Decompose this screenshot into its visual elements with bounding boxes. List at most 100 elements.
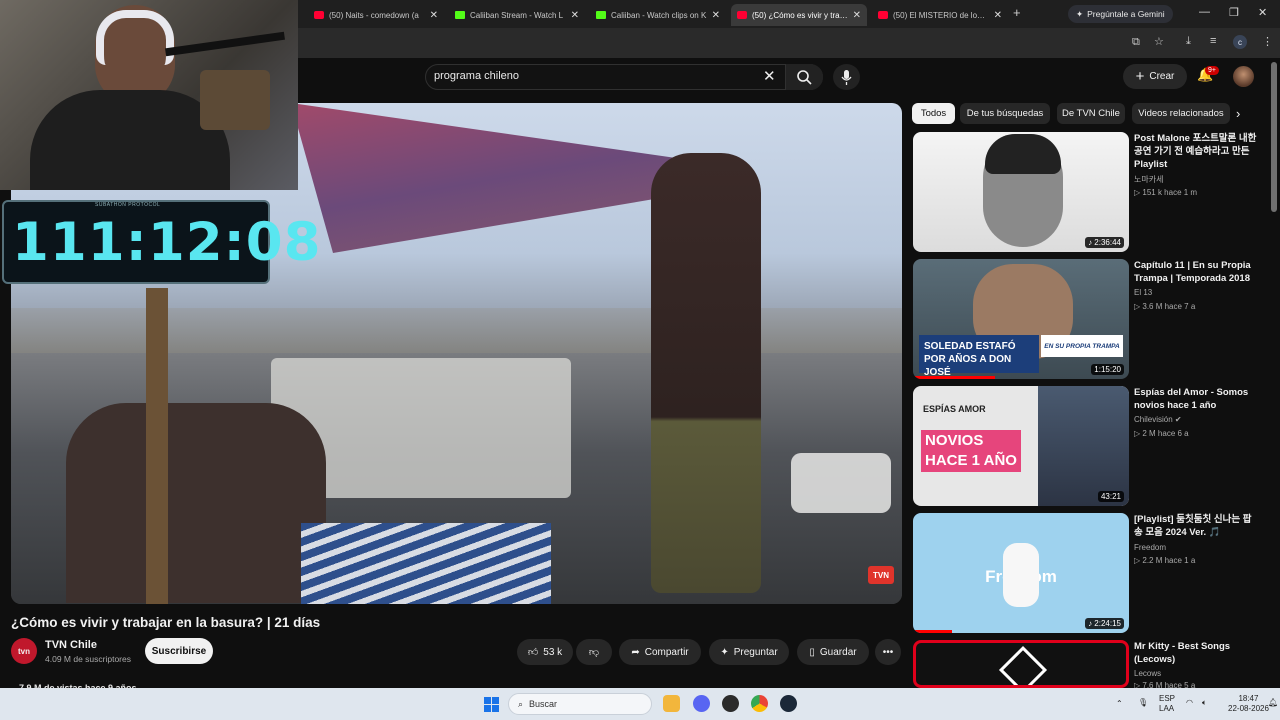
notification-count-badge: 9+	[1205, 66, 1219, 75]
video-white-bag	[791, 453, 891, 513]
chip-from-tvn-chile[interactable]: De TVN Chile	[1057, 103, 1125, 124]
thumbs-up-icon: 👍︎	[527, 647, 539, 658]
recommendation-meta: ▷ 2 M hace 6 a	[1134, 429, 1189, 438]
search-button[interactable]	[785, 64, 823, 90]
close-icon[interactable]: ✕	[571, 10, 579, 21]
microphone-icon[interactable]: 🎙︎	[1138, 698, 1148, 707]
windows-start-icon[interactable]	[484, 697, 500, 713]
restore-icon[interactable]: ❐	[1229, 6, 1239, 19]
duration-badge: ♪ 2:36:44	[1085, 237, 1124, 248]
cast-icon[interactable]: ⧉	[1132, 36, 1140, 49]
new-tab-button[interactable]: +	[1013, 5, 1021, 20]
chip-from-your-searches[interactable]: De tus búsquedas	[960, 103, 1050, 124]
recommendation-meta: ▷ 151 k hace 1 m	[1134, 188, 1198, 197]
thumbnail-caption: NOVIOS HACE 1 AÑO	[921, 430, 1021, 472]
thumbs-down-icon: 👎︎	[588, 647, 600, 658]
recommendation-title[interactable]: Post Malone 포스트말론 내한 공연 가기 전 예습하라고 만든 Pl…	[1134, 132, 1260, 171]
thumbnail-badge: EN SU PROPIA TRAMPA	[1041, 335, 1123, 357]
discord-icon[interactable]	[693, 695, 710, 712]
channel-name[interactable]: TVN Chile	[45, 639, 97, 651]
page-scrollbar[interactable]	[1271, 62, 1277, 212]
recommendation-thumbnail[interactable]: ESPÍAS AMOR NOVIOS HACE 1 AÑO 43:21	[913, 386, 1129, 506]
video-striped-mattress	[301, 523, 551, 604]
bookmark-star-icon[interactable]: ☆	[1154, 35, 1164, 48]
thumbnail-logo: ESPÍAS AMOR	[923, 404, 986, 414]
plus-icon: +	[1135, 68, 1145, 85]
close-icon[interactable]: ✕	[430, 10, 438, 21]
recommendation-title[interactable]: Espías del Amor - Somos novios hace 1 añ…	[1134, 386, 1260, 412]
steam-icon[interactable]	[780, 695, 797, 712]
chrome-icon[interactable]	[751, 695, 768, 712]
screen: (50) Naits - comedown (a ✕ Caliiban Stre…	[0, 0, 1280, 720]
recommendation-channel[interactable]: El 13	[1134, 288, 1152, 297]
minimize-icon[interactable]: —	[1199, 6, 1210, 18]
notification-center-icon[interactable]: 🔔︎	[1268, 698, 1278, 707]
recommendation-channel[interactable]: Freedom	[1134, 543, 1166, 552]
recommendation-channel[interactable]: Lecows	[1134, 669, 1161, 678]
recommendation-channel[interactable]: 노마카세	[1134, 174, 1163, 185]
recommendation-channel[interactable]: Chilevisión ✔	[1134, 415, 1182, 424]
more-actions-button[interactable]: •••	[875, 639, 901, 665]
kick-icon	[455, 11, 465, 19]
file-explorer-icon[interactable]	[663, 695, 680, 712]
gemini-button[interactable]: ✦ Pregúntale a Gemini	[1068, 5, 1173, 23]
background-poster	[200, 70, 270, 130]
subscribe-button[interactable]: Suscribirse	[145, 638, 213, 664]
voice-search-button[interactable]	[833, 64, 860, 90]
language-indicator[interactable]: ESP LAA	[1159, 694, 1175, 714]
volume-icon[interactable]: 🔈︎	[1202, 698, 1207, 708]
chevron-right-icon[interactable]: ›	[1236, 106, 1240, 121]
tvn-watermark-logo: TVN	[868, 566, 894, 584]
close-icon[interactable]: ✕	[712, 10, 720, 21]
clear-search-icon[interactable]: ✕	[763, 67, 776, 85]
account-avatar[interactable]	[1233, 66, 1254, 87]
recommendation-title[interactable]: [Playlist] 둠칫둠칫 신나는 팝송 모음 2024 Ver. 🎵	[1134, 513, 1260, 539]
thumbnail-person	[1038, 386, 1129, 506]
browser-tab[interactable]: (50) Naits - comedown (a ✕	[308, 4, 444, 26]
tray-chevron-icon[interactable]: ⌃	[1116, 699, 1123, 708]
browser-tab[interactable]: Caliiban Stream - Watch L ✕	[449, 4, 585, 26]
dislike-button[interactable]: 👎︎	[576, 639, 612, 665]
close-window-icon[interactable]: ✕	[1258, 6, 1267, 19]
save-button[interactable]: ▯ Guardar	[797, 639, 869, 665]
recommendation-thumbnail[interactable]	[913, 640, 1129, 688]
recommendation-thumbnail[interactable]: ♪ 2:36:44	[913, 132, 1129, 252]
recommendation-thumbnail[interactable]: Freedom ♪ 2:24:15	[913, 513, 1129, 633]
video-title: ¿Cómo es vivir y trabajar en la basura? …	[11, 615, 321, 630]
taskbar-search-input[interactable]: ⌕ Buscar	[508, 693, 652, 715]
channel-avatar[interactable]: tvn	[11, 638, 37, 664]
browser-tab[interactable]: (50) El MISTERIO de los m ✕	[872, 4, 1008, 26]
recommendation-title[interactable]: Capítulo 11 | En su Propia Trampa | Temp…	[1134, 259, 1260, 285]
more-dots-icon: •••	[882, 646, 894, 658]
share-arrow-icon: ➦	[631, 646, 640, 658]
reading-list-icon[interactable]: ≡	[1210, 35, 1216, 47]
download-icon[interactable]: ⤓	[1186, 35, 1191, 48]
recommendation-thumbnail[interactable]: SOLEDAD ESTAFÓ POR AÑOS A DON JOSÉ EN SU…	[913, 259, 1129, 379]
browser-tab-active[interactable]: (50) ¿Cómo es vivir y traba ✕	[731, 4, 867, 26]
sparkle-icon: ✦	[720, 646, 729, 658]
recommendation-title[interactable]: Mr Kitty - Best Songs (Lecows)	[1134, 640, 1260, 666]
ask-button[interactable]: ✦ Preguntar	[709, 639, 789, 665]
close-icon[interactable]: ✕	[853, 10, 861, 21]
video-tarp	[291, 103, 711, 253]
close-icon[interactable]: ✕	[994, 10, 1002, 21]
recommendation-meta: ▷ 2.2 M hace 1 a	[1134, 556, 1196, 565]
watch-progress-bar	[913, 376, 996, 379]
menu-dots-icon[interactable]: ⋮	[1262, 35, 1273, 48]
app-icon[interactable]	[722, 695, 739, 712]
mic-arm	[165, 31, 285, 57]
share-button[interactable]: ➦ Compartir	[619, 639, 701, 665]
clock[interactable]: 18:47 22-08-2026	[1228, 694, 1269, 714]
chip-all[interactable]: Todos	[912, 103, 955, 124]
wifi-icon[interactable]: ◠	[1186, 698, 1193, 707]
chip-related-videos[interactable]: Videos relacionados	[1132, 103, 1230, 124]
subscriber-count: 4.09 M de suscriptores	[45, 654, 131, 664]
thumbnail-hair	[985, 134, 1061, 174]
profile-icon[interactable]: c	[1233, 35, 1247, 49]
create-button[interactable]: + Crear	[1123, 64, 1187, 89]
video-man-figure	[66, 403, 326, 603]
youtube-icon	[314, 11, 324, 19]
like-button[interactable]: 👍︎ 53 k	[517, 639, 573, 665]
browser-tab[interactable]: Caliiban - Watch clips on K ✕	[590, 4, 726, 26]
duck-icon	[1003, 543, 1039, 607]
